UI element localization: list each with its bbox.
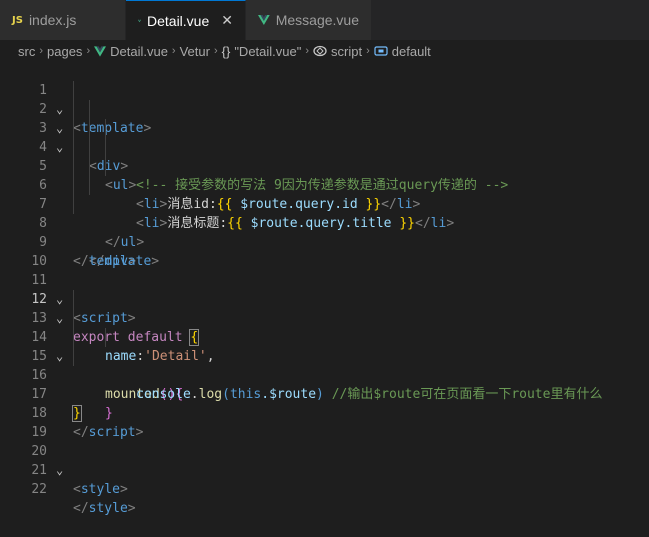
breadcrumb-item-vetur[interactable]: Vetur [180,44,210,59]
breadcrumb-item-module[interactable]: "Detail.vue" [234,44,301,59]
chevron-right-icon: › [39,45,44,57]
code-line-active: 12 ⌄ export default { [0,271,649,346]
code-line: 1 ⌄ <template> [0,62,649,136]
code-line: 22 </style> [0,461,649,516]
vue-icon [138,19,141,22]
chevron-right-icon: › [305,45,310,57]
code-line: 2 ⌄ <div> [0,81,649,174]
code-line: 20 ⌄ <style> [0,423,649,497]
tab-detail-vue[interactable]: Detail.vue ✕ [126,0,246,40]
code-line: 6 <li>消息标题:{{ $route.query.title }}</li> [0,157,649,231]
code-line: 11 ⌄ <script> [0,252,649,326]
chevron-right-icon: › [366,45,370,57]
code-line: 21 [0,442,649,478]
chevron-right-icon: › [171,45,176,57]
close-icon[interactable]: ✕ [221,12,233,29]
code-line: 13 name:'Detail', [0,290,649,364]
editor-tab-bar: JS index.js Detail.vue ✕ Message.vue [0,0,649,40]
code-line: 18 </script> [0,385,649,440]
code-line: 8 </div> [0,195,649,269]
code-line: 5 <li>消息id:{{ $route.query.id }}</li> [0,138,649,212]
breadcrumb-item-default[interactable]: default [392,44,431,59]
code-line: 9 </template> [0,214,649,269]
code-line: 4 <!-- 接受参数的写法 9因为传递参数是通过query传递的 --> [0,119,649,193]
tab-message-vue[interactable]: Message.vue [246,0,372,40]
chevron-right-icon: › [86,45,91,57]
code-line: 3 ⌄ <ul> [0,100,649,193]
tab-label: Message.vue [275,12,359,28]
code-line: 10 [0,233,649,269]
breadcrumb-item-pages[interactable]: pages [47,44,82,59]
code-line: 7 </ul> [0,176,649,250]
code-line: 17 } [0,366,649,422]
js-icon: JS [12,14,23,26]
tab-label: index.js [28,12,77,28]
tab-index-js[interactable]: JS index.js [0,0,126,40]
code-line: 19 [0,404,649,440]
vue-icon [258,14,270,26]
script-icon [313,45,327,57]
code-editor[interactable]: 1 ⌄ <template> 2 ⌄ <div> 3 ⌄ <ul> 4 <!--… [0,62,649,516]
breadcrumb-item-file[interactable]: Detail.vue [110,44,168,59]
code-line: 15 console.log(this.$route) //输出$route可在… [0,328,649,402]
breadcrumb: src › pages › Detail.vue › Vetur › {} "D… [0,40,649,62]
line-number: 22 [31,482,47,497]
braces-icon: {} [221,43,231,59]
code-line: 14 ⌄ mounted(){ [0,309,649,402]
chevron-right-icon: › [213,45,218,57]
variable-icon [374,46,388,56]
code-line: 16 } [0,347,649,421]
tab-label: Detail.vue [147,12,210,29]
breadcrumb-item-script[interactable]: script [331,44,362,59]
vue-icon [94,45,107,57]
breadcrumb-item-src[interactable]: src [18,44,35,59]
